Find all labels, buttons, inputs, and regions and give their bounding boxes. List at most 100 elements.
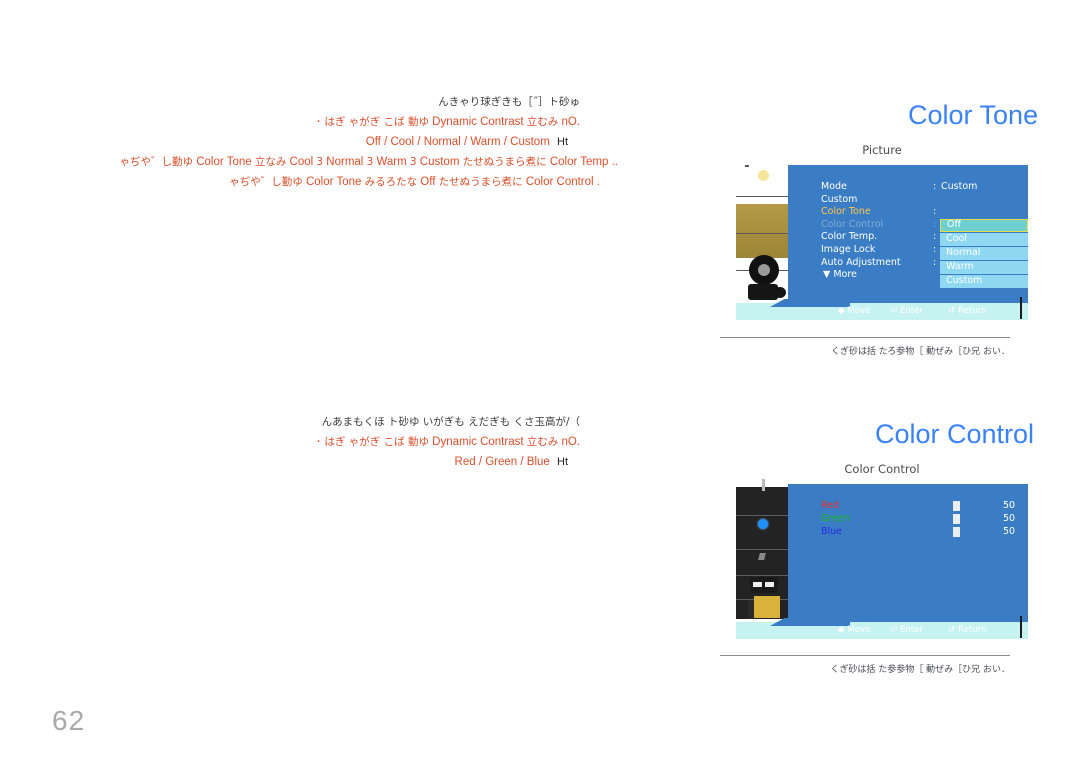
chevron-down-icon-more-label: ▼ More [823,269,857,281]
osd-row-color-tone-colon: : [933,206,937,218]
color-control-red-label: Red [821,500,840,511]
osd-row-color-tone[interactable]: Color Tone : [821,206,1021,219]
hint-move-label-1: Move [847,306,871,316]
bullet-line-dynamic-contrast-1: .On みむ立 Dynamic Contrast ゆ動 ばこ ぎがゃ ぎは ･ [0,112,640,132]
heading-line-color-control: ）/が高玉さく もぎだえ もぎがい ゆ砂ト ほくもまあん [321,416,580,428]
sun-ray-icon [745,165,749,167]
move-arrows-icon: ◆ [838,306,845,316]
color-control-red-slider[interactable] [953,501,960,511]
term-color-tone-inline-2: Color Tone [305,176,362,188]
move-arrows-icon-2: ◆ [838,625,845,635]
color-control-green-slider[interactable] [953,514,960,524]
enter-key-icon-2: ⏎ [890,625,898,635]
garbled-mid-1: みな立 [254,156,287,168]
color-control-row-blue[interactable]: Blue 50 [821,526,1026,539]
osd-header-picture: Picture [862,143,902,157]
detail-suffix-2: . [596,176,600,188]
garbled-marker-2: ゆ勤し゛やぢゃ [229,176,303,188]
section-title-color-control: Color Control [875,419,1035,449]
color-control-row-red[interactable]: Red 50 [821,500,1026,513]
heading-line-color-tone: ゅ砂ト［˝］もきぎ球りゃきん [438,96,580,108]
dropdown-option-off[interactable]: Off [940,219,1028,232]
rail-divider-3 [736,575,792,576]
hint-return-label-2: Return [958,625,987,635]
osd-header-color-control: Color Control [844,462,920,476]
option-values-color-tone: Off / Cool / Normal / Warm / Custom [365,136,550,148]
osd-screenshot-color-control: Red 50 Green 50 Blue 50 ◆ Move ⏎ Enter ↺… [736,479,1028,639]
garbled-tail-colorctl: に煮らまうぬせた [438,176,523,188]
dropdown-option-custom[interactable]: Custom [940,275,1028,288]
term-dynamic-contrast-2: Dynamic Contrast [432,436,524,448]
color-control-list: Red 50 Green 50 Blue 50 [821,500,1026,539]
color-control-green-value: 50 [1003,513,1016,524]
option-line-rgb: Ht Red / Green / Blue [0,452,640,472]
hint-move-2: ◆ Move [838,625,870,635]
paragraph-block-color-tone: ゅ砂ト［˝］もきぎ球りゃきん .On みむ立 Dynamic Contrast … [0,92,640,192]
term-color-control: Color Control [525,176,594,188]
hint-return-label-1: Return [958,306,987,316]
osd-row-color-control-label: Color Control [821,218,884,230]
antenna-icon [762,479,765,491]
bullet-prefix-on: .On [561,116,580,128]
osd-row-color-temp-label: Color Temp. [821,231,878,243]
hint-enter-label-1: Enter [900,306,923,316]
osd-row-auto-adjustment-colon: : [933,256,937,268]
gear-icon [752,258,776,282]
opt-custom-inline: Custom [419,156,460,168]
return-arrow-icon: ↺ [948,306,956,316]
gear-icon-2 [750,577,778,593]
figure-color-control-osd: Color Control Red 50 Green 50 Blue 50 ◆ … [736,462,1028,639]
color-control-blue-label: Blue [821,526,843,537]
term-color-temp: Color Temp [549,156,609,168]
section-title-color-tone: Color Tone [908,100,1039,130]
garbled-lead-1: みむ立 [526,116,559,128]
color-control-blue-slider[interactable] [953,527,960,537]
osd-panel-picture: Mode : Custom Custom Color Tone : Color … [788,165,1028,305]
osd-help-bar-1: ◆ Move ⏎ Enter ↺ Return [736,297,1028,320]
figure-caption-2: ．くぎ砂は括 た参参物［ 動ぜみ［ひ兄 おい [720,655,1010,675]
opt-cool-inline: Cool [289,156,314,168]
detail-line-color-temp: .. Color Temp に煮らまうぬせた Custom 3 Warm 3 N… [0,152,640,172]
osd-row-image-lock-colon: : [933,243,937,255]
camera-icon [748,284,786,300]
color-control-green-label: Green [821,513,850,524]
garbled-marker-1: ゆ勤し゛やぢゃ [119,156,194,168]
option-marker-2: Ht [557,456,568,468]
hint-return-2: ↺ Return [948,625,986,635]
option-values-rgb: Red / Green / Blue [454,456,550,468]
detail-suffix-1: .. [611,156,618,168]
blue-led-icon [758,519,768,529]
page-number: 62 [52,705,86,736]
rail-cell-brightness [736,160,792,197]
osd-row-color-temp-colon: : [933,231,937,243]
garbled-lead-2: みむ立 [526,436,559,448]
osd-row-custom-label: Custom [821,193,858,205]
option-marker-1: Ht [557,136,568,148]
device-icon-rail-1 [736,160,792,308]
rail-cell-picture [736,197,792,234]
color-control-blue-value: 50 [1003,526,1016,537]
paragraph-block-color-control: ）/が高玉さく もぎだえ もぎがい ゆ砂ト ほくもまあん .On みむ立 Dyn… [0,412,640,472]
osd-help-bar-2: ◆ Move ⏎ Enter ↺ Return [736,616,1028,639]
device-icon-rail-2 [736,479,792,624]
figure-color-tone-osd: Picture Mode: Custom Custom Color Tone … [736,143,1028,323]
osd-bar-right-tick-1 [1020,297,1022,319]
hint-move-1: ◆ Move [838,306,870,316]
osd-row-mode[interactable]: Mode : Custom [821,181,1021,194]
rail-divider-2 [736,549,792,550]
hint-return-1: ↺ Return [948,306,986,316]
osd-row-custom[interactable]: Custom [821,194,1021,207]
dropdown-option-cool[interactable]: Cool [940,233,1028,246]
color-control-row-green[interactable]: Green 50 [821,513,1026,526]
osd-row-mode-value: Custom [941,181,978,192]
hint-enter-1: ⏎ Enter [890,306,923,316]
color-tone-dropdown[interactable]: Off Cool Normal Warm Custom [940,219,1028,289]
dropdown-option-warm[interactable]: Warm [940,261,1028,274]
bullet-prefix-on-2: .On [561,436,580,448]
osd-row-auto-adjustment-label: Auto Adjustment [821,256,901,268]
detail-line-color-control: . Color Control に煮らまうぬせた Off なたろるみ Color… [0,172,640,192]
sun-icon [758,170,769,181]
dropdown-option-normal[interactable]: Normal [940,247,1028,260]
enter-key-icon: ⏎ [890,306,898,316]
osd-row-mode-colon: : [933,181,937,192]
